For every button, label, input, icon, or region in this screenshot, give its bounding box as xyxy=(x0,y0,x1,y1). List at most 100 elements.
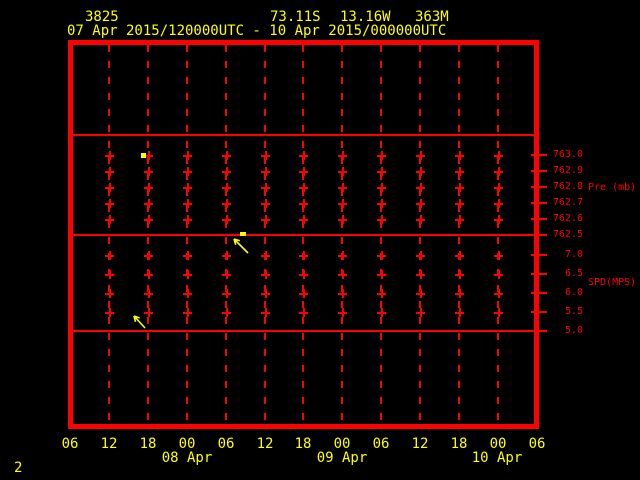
grid-plus-mark xyxy=(338,289,347,298)
x-tick-label: 06 xyxy=(528,436,546,452)
x-date-label: 09 Apr xyxy=(316,450,368,466)
grid-plus-mark xyxy=(222,270,231,279)
grid-plus-mark xyxy=(377,199,386,208)
x-tick-label: 06 xyxy=(372,436,390,452)
grid-plus-mark xyxy=(222,167,231,176)
grid-plus-mark xyxy=(416,251,425,260)
page-number: 2 xyxy=(14,460,23,476)
grid-plus-mark xyxy=(416,199,425,208)
grid-plus-mark xyxy=(377,167,386,176)
y-tick-label: 5.0 xyxy=(564,325,583,336)
y-tick-label: 762.6 xyxy=(552,213,583,224)
grid-plus-mark xyxy=(455,183,464,192)
grid-plus-mark xyxy=(261,308,270,317)
grid-plus-mark xyxy=(455,167,464,176)
y-tick-label: 763.0 xyxy=(552,149,583,160)
x-tick-label: 12 xyxy=(100,436,118,452)
grid-plus-mark xyxy=(455,199,464,208)
x-tick-label: 12 xyxy=(256,436,274,452)
x-tick-label: 18 xyxy=(139,436,157,452)
grid-plus-mark xyxy=(338,270,347,279)
grid-plus-mark xyxy=(416,183,425,192)
grid-plus-mark xyxy=(144,183,153,192)
grid-plus-mark xyxy=(183,308,192,317)
grid-plus-mark xyxy=(261,215,270,224)
grid-plus-mark xyxy=(105,183,114,192)
grid-plus-mark xyxy=(261,199,270,208)
grid-plus-mark xyxy=(494,289,503,298)
grid-plus-mark xyxy=(377,289,386,298)
x-tick-label: 18 xyxy=(450,436,468,452)
grid-plus-mark xyxy=(222,289,231,298)
grid-plus-mark xyxy=(144,215,153,224)
period-label: 07 Apr 2015/120000UTC - 10 Apr 2015/0000… xyxy=(67,23,447,39)
grid-plus-mark xyxy=(299,251,308,260)
y-tick-label: 5.5 xyxy=(564,306,583,317)
x-tick-label: 00 xyxy=(333,436,351,452)
y-tick-label: 762.9 xyxy=(552,165,583,176)
grid-plus-mark xyxy=(338,167,347,176)
grid-plus-mark xyxy=(455,215,464,224)
grid-plus-mark xyxy=(183,270,192,279)
station-id: 3825 xyxy=(85,9,119,25)
grid-plus-mark xyxy=(377,183,386,192)
grid-plus-mark xyxy=(455,151,464,160)
grid-plus-mark xyxy=(105,151,114,160)
grid-plus-mark xyxy=(105,215,114,224)
x-tick-label: 12 xyxy=(411,436,429,452)
latitude-label: 73.11S xyxy=(270,9,321,25)
grid-plus-mark xyxy=(144,308,153,317)
grid-plus-mark xyxy=(416,151,425,160)
speed-axis-title: SPD(MPS) xyxy=(588,277,637,288)
grid-plus-mark xyxy=(299,167,308,176)
grid-plus-mark xyxy=(183,289,192,298)
grid-plus-mark xyxy=(338,183,347,192)
grid-plus-mark xyxy=(105,199,114,208)
pressure-axis-title: Pre (mb) xyxy=(588,182,637,193)
y-tick-label: 762.8 xyxy=(552,181,583,192)
data-point-marker xyxy=(240,232,246,236)
x-date-label: 08 Apr xyxy=(161,450,213,466)
grid-plus-mark xyxy=(377,251,386,260)
grid-plus-mark xyxy=(261,183,270,192)
grid-plus-mark xyxy=(183,183,192,192)
x-tick-label: 18 xyxy=(294,436,312,452)
grid-plus-mark xyxy=(455,270,464,279)
grid-plus-mark xyxy=(416,289,425,298)
grid-plus-mark xyxy=(144,199,153,208)
grid-plus-mark xyxy=(299,151,308,160)
grid-plus-mark xyxy=(183,251,192,260)
grid-plus-mark xyxy=(261,289,270,298)
grid-plus-mark xyxy=(494,167,503,176)
grid-plus-mark xyxy=(455,289,464,298)
grid-plus-mark xyxy=(494,308,503,317)
grid-plus-mark xyxy=(455,308,464,317)
grid-plus-mark xyxy=(105,270,114,279)
grid-plus-mark xyxy=(105,308,114,317)
grid-plus-mark xyxy=(338,151,347,160)
y-tick-label: 6.0 xyxy=(564,287,583,298)
grid-plus-mark xyxy=(299,308,308,317)
grid-plus-mark xyxy=(494,183,503,192)
grid-plus-mark xyxy=(416,215,425,224)
grid-plus-mark xyxy=(222,151,231,160)
grid-plus-mark xyxy=(416,270,425,279)
grid-plus-mark xyxy=(494,215,503,224)
meteogram-screen: { "colors": {"background": "#000000", "p… xyxy=(0,0,640,480)
grid-plus-mark xyxy=(494,251,503,260)
grid-plus-mark xyxy=(144,251,153,260)
grid-plus-mark xyxy=(338,215,347,224)
grid-plus-mark xyxy=(144,167,153,176)
elevation-label: 363M xyxy=(415,9,449,25)
y-tick-label: 762.7 xyxy=(552,197,583,208)
grid-plus-mark xyxy=(222,308,231,317)
grid-plus-mark xyxy=(144,289,153,298)
grid-plus-mark xyxy=(183,199,192,208)
grid-plus-mark xyxy=(299,215,308,224)
grid-plus-mark xyxy=(494,270,503,279)
grid-plus-mark xyxy=(222,251,231,260)
grid-plus-mark xyxy=(338,251,347,260)
grid-plus-mark xyxy=(494,199,503,208)
panel-divider-line xyxy=(73,234,534,236)
grid-plus-mark xyxy=(338,308,347,317)
